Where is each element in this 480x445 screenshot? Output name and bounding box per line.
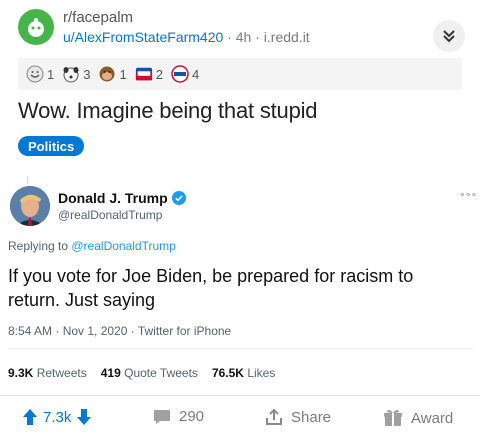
tweet-timestamp: 8:54 AM · Nov 1, 2020 · Twitter for iPho… bbox=[8, 324, 232, 338]
subreddit-avatar-icon[interactable] bbox=[18, 9, 54, 45]
award-count: 4 bbox=[191, 66, 200, 82]
more-options-icon: °°° bbox=[460, 190, 478, 204]
share-button[interactable]: Share bbox=[265, 408, 331, 426]
awards-bar[interactable]: 1 3 1 2 4 bbox=[18, 58, 462, 90]
post-age: 4h bbox=[235, 29, 252, 45]
meta-separator: · bbox=[227, 29, 232, 45]
double-chevron-down-icon bbox=[443, 30, 455, 43]
verified-badge-icon bbox=[171, 191, 186, 205]
voted-badge-icon bbox=[135, 67, 152, 81]
award-item[interactable]: 2 bbox=[135, 65, 163, 83]
post-meta: u/AlexFromStateFarm420 · 4h · i.redd.it bbox=[63, 29, 310, 45]
tweet-author: Donald J. Trump bbox=[58, 190, 186, 206]
vote-pin-icon bbox=[171, 65, 189, 83]
tweet-stats: 9.3K Retweets 419 Quote Tweets 76.5K Lik… bbox=[8, 366, 275, 380]
upvote-arrow-icon[interactable] bbox=[22, 408, 38, 426]
replying-mention: @realDonaldTrump bbox=[71, 239, 176, 253]
award-item[interactable]: 1 bbox=[26, 65, 54, 83]
post-header: r/facepalm u/AlexFromStateFarm420 · 4h ·… bbox=[0, 0, 480, 58]
post-domain[interactable]: i.redd.it bbox=[264, 29, 310, 45]
tweet-author-name: Donald J. Trump bbox=[58, 190, 168, 206]
replying-to: Replying to @realDonaldTrump bbox=[8, 239, 176, 253]
collapse-button[interactable] bbox=[433, 20, 465, 52]
monkey-face-icon bbox=[99, 66, 115, 82]
tweet-avatar bbox=[10, 186, 50, 226]
comment-count: 290 bbox=[179, 408, 205, 425]
meta-separator: · bbox=[255, 29, 260, 45]
award-item[interactable]: 4 bbox=[171, 65, 199, 83]
comment-bubble-icon bbox=[154, 409, 170, 424]
share-label: Share bbox=[291, 408, 332, 426]
post-title[interactable]: Wow. Imagine being that stupid bbox=[18, 98, 318, 124]
thread-line bbox=[27, 176, 28, 184]
award-item[interactable]: 1 bbox=[98, 65, 127, 83]
subreddit-name[interactable]: r/facepalm bbox=[63, 9, 133, 26]
dog-face-icon bbox=[63, 67, 79, 83]
award-count: 3 bbox=[83, 66, 91, 82]
award-item[interactable]: 3 bbox=[62, 65, 90, 83]
tweet-text: If you vote for Joe Biden, be prepared f… bbox=[8, 266, 414, 310]
action-bar: 7.3k 290 Share Award bbox=[0, 396, 480, 445]
award-count: 1 bbox=[47, 66, 55, 82]
comments-button[interactable]: 290 bbox=[153, 408, 204, 425]
downvote-arrow-icon[interactable] bbox=[76, 408, 92, 426]
stat-likes: 76.5K Likes bbox=[211, 366, 276, 380]
divider bbox=[8, 348, 473, 349]
tweet-handle: @realDonaldTrump bbox=[58, 208, 163, 222]
award-button[interactable]: Award bbox=[383, 408, 453, 428]
award-count: 1 bbox=[119, 66, 127, 82]
replying-prefix: Replying to bbox=[8, 239, 72, 253]
flair-badge[interactable]: Politics bbox=[18, 136, 85, 156]
award-count: 2 bbox=[155, 66, 163, 82]
tweet-image[interactable]: Donald J. Trump @realDonaldTrump °°° Rep… bbox=[1, 176, 479, 393]
stat-quote-tweets: 419 Quote Tweets bbox=[100, 366, 198, 380]
gift-icon bbox=[384, 409, 402, 426]
vote-count: 7.3k bbox=[43, 408, 72, 426]
wholesome-seal-icon bbox=[26, 65, 44, 83]
share-upload-icon bbox=[266, 408, 282, 425]
author-link[interactable]: u/AlexFromStateFarm420 bbox=[63, 29, 223, 45]
vote-group: 7.3k bbox=[22, 408, 92, 426]
stat-retweets: 9.3K Retweets bbox=[8, 366, 87, 380]
award-label: Award bbox=[411, 409, 454, 427]
